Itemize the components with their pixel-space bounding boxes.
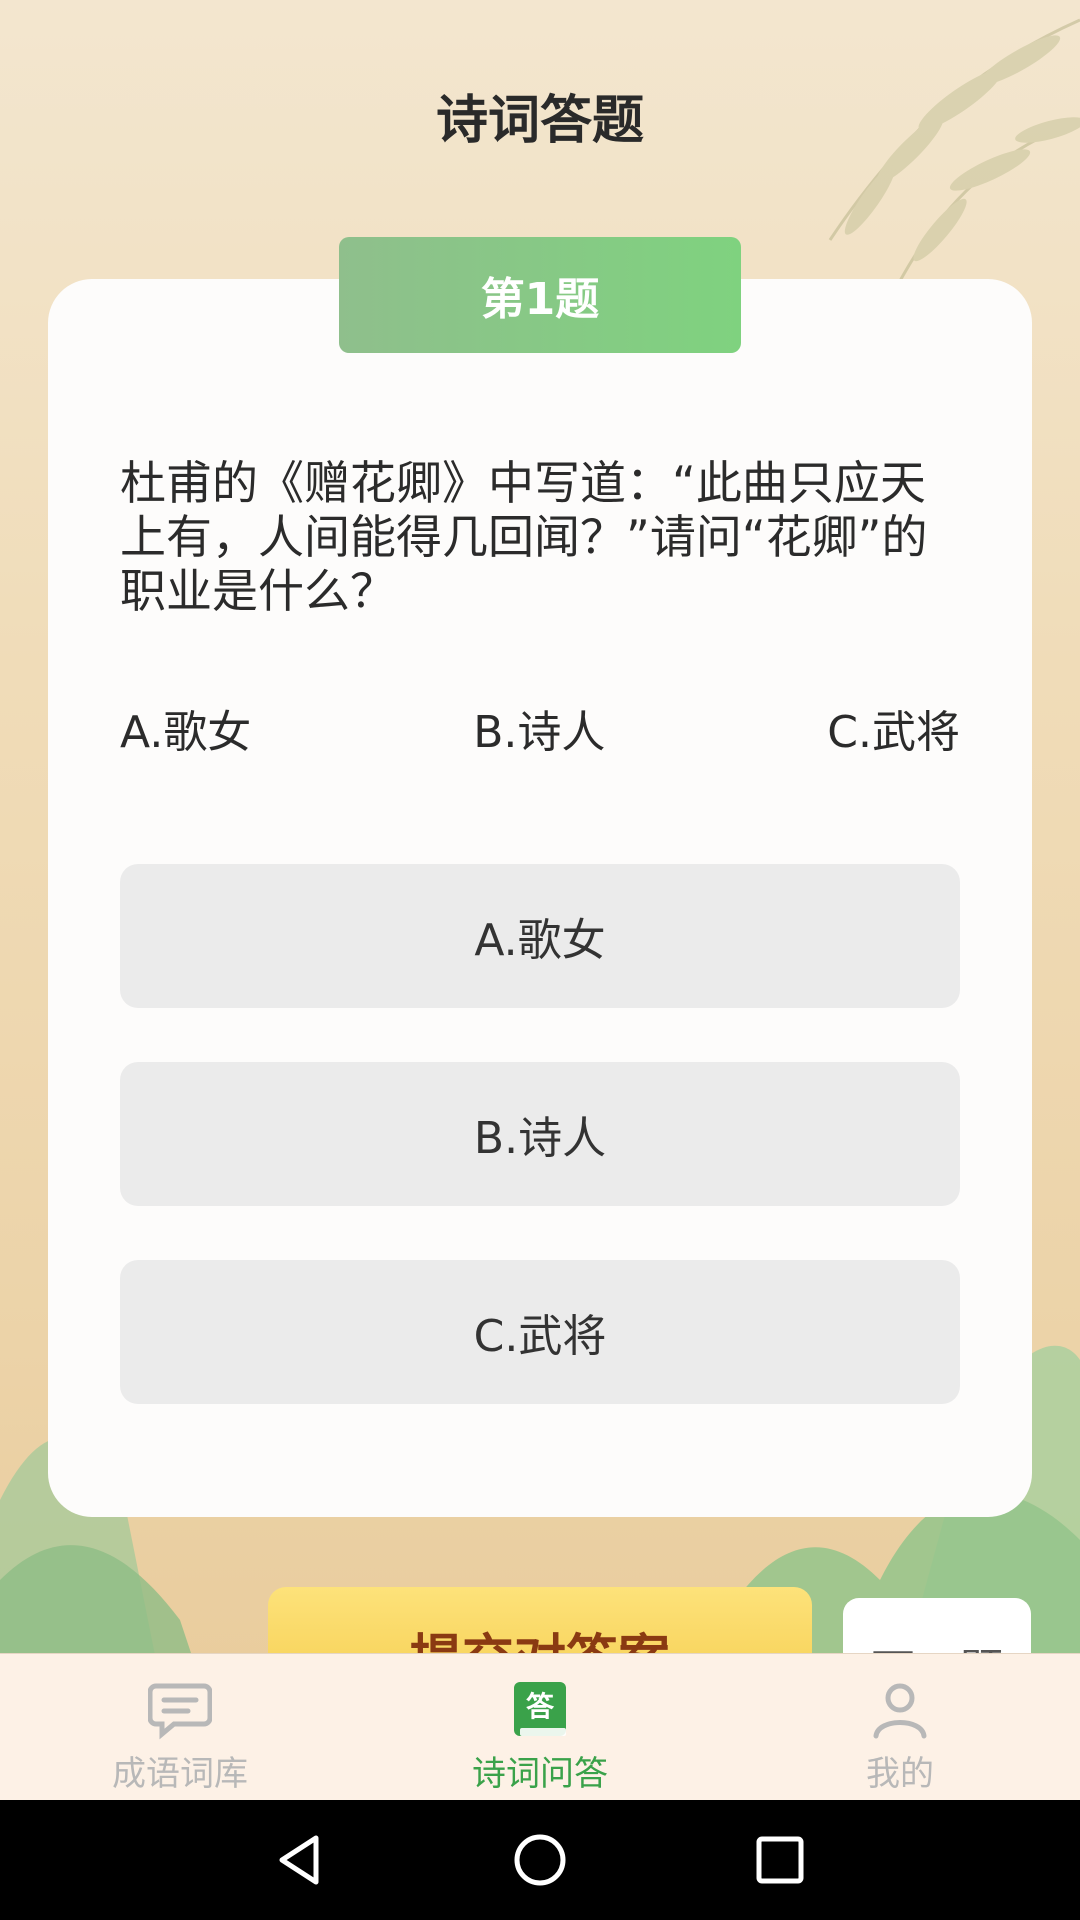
system-navigation-bar: [0, 1800, 1080, 1920]
option-label-a: A.歌女: [120, 707, 252, 758]
tab-label: 诗词问答: [472, 1754, 608, 1794]
person-icon: [873, 1683, 927, 1739]
tab-profile[interactable]: 我的: [720, 1654, 1080, 1801]
bottom-tab-bar: 成语词库 答 诗词问答 我的: [0, 1653, 1080, 1801]
question-number-badge: 第1题: [339, 237, 741, 353]
recents-icon[interactable]: [752, 1832, 808, 1888]
tab-label: 成语词库: [112, 1754, 248, 1794]
answer-button-a[interactable]: A.歌女: [120, 864, 960, 1008]
answer-book-icon: 答: [514, 1682, 566, 1736]
page-title: 诗词答题: [435, 91, 644, 151]
answer-button-c[interactable]: C.武将: [120, 1260, 960, 1404]
screen: 诗词答题 第1题 杜甫的《赠花卿》中写道：“此曲只应天上有，人间能得几回闻？”请…: [0, 0, 1080, 1920]
chat-icon: [148, 1683, 212, 1740]
svg-text:答: 答: [526, 1690, 555, 1723]
option-label-c: C.武将: [827, 707, 960, 758]
tab-poetry-quiz[interactable]: 答 诗词问答: [360, 1654, 720, 1801]
option-list: A.歌女 B.诗人 C.武将: [120, 698, 960, 758]
tab-label: 我的: [866, 1754, 934, 1794]
home-icon[interactable]: [512, 1832, 568, 1888]
option-label-b: B.诗人: [473, 707, 606, 758]
back-icon[interactable]: [272, 1832, 328, 1888]
tab-idiom-library[interactable]: 成语词库: [0, 1654, 360, 1801]
question-text: 杜甫的《赠花卿》中写道：“此曲只应天上有，人间能得几回闻？”请问“花卿”的职业是…: [120, 456, 928, 618]
answer-button-b[interactable]: B.诗人: [120, 1062, 960, 1206]
